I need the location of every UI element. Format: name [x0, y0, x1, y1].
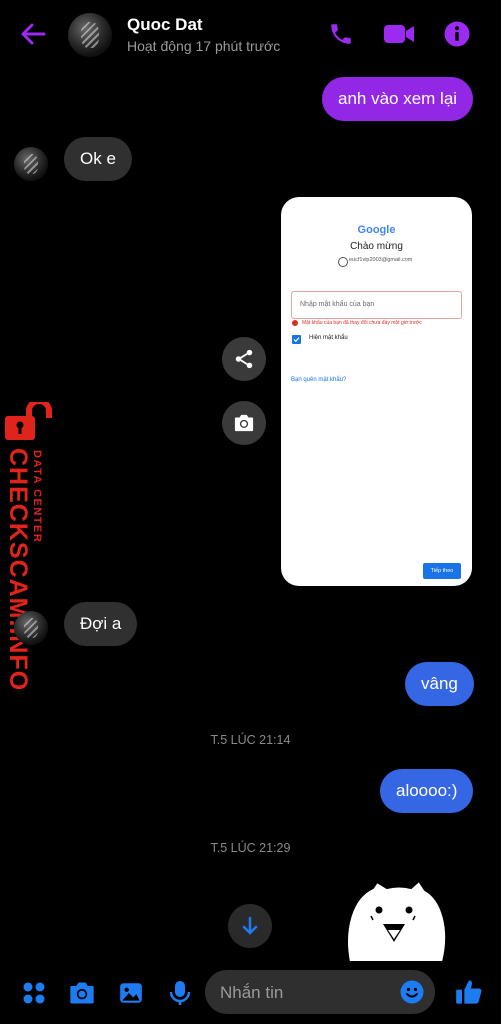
sender-avatar — [14, 147, 48, 181]
video-call-icon[interactable] — [383, 22, 415, 46]
lock-logo — [3, 398, 55, 447]
active-status: Hoạt động 17 phút trước — [127, 38, 281, 54]
forgot-password-link[interactable]: Bạn quên mật khẩu? — [291, 377, 346, 383]
gallery-icon[interactable] — [118, 980, 144, 1011]
timestamp: T.5 LÚC 21:14 — [210, 733, 291, 747]
message-incoming[interactable]: Đợi a — [64, 602, 138, 646]
info-icon[interactable] — [444, 21, 470, 47]
arrow-down-icon — [242, 916, 258, 935]
message-outgoing[interactable]: vâng — [405, 662, 474, 706]
account-icon — [338, 257, 348, 267]
share-button[interactable] — [222, 337, 266, 381]
password-input[interactable]: Nhập mật khẩu của bạn — [291, 291, 462, 319]
camera-icon — [234, 414, 254, 432]
emoji-icon[interactable] — [400, 980, 424, 1009]
message-outgoing[interactable]: anh vào xem lại — [322, 77, 474, 121]
thumbs-up-icon[interactable] — [455, 978, 483, 1011]
microphone-icon[interactable] — [168, 979, 192, 1012]
image-message[interactable]: Google Chào mừng eucf1vip2003@gmail.com … — [281, 197, 472, 586]
timestamp: T.5 LÚC 21:29 — [210, 841, 291, 855]
watermark-caption: DATA CENTER — [31, 450, 43, 544]
scroll-down-button[interactable] — [228, 904, 272, 948]
share-icon — [235, 349, 253, 369]
back-arrow-icon[interactable] — [20, 22, 46, 46]
message-placeholder: Nhắn tin — [220, 983, 284, 1002]
cat-sticker[interactable] — [343, 879, 449, 967]
show-password-checkbox[interactable] — [292, 335, 301, 344]
apps-icon[interactable] — [22, 981, 46, 1010]
camera-icon[interactable] — [68, 980, 96, 1011]
save-photo-button[interactable] — [222, 401, 266, 445]
sender-avatar — [14, 611, 48, 645]
message-incoming[interactable]: Ok e — [64, 137, 132, 181]
message-outgoing[interactable]: aloooo:) — [380, 769, 474, 813]
phone-icon[interactable] — [328, 21, 354, 47]
error-icon — [292, 320, 298, 326]
next-button[interactable]: Tiếp theo — [423, 563, 461, 579]
contact-name[interactable]: Quoc Dat — [127, 15, 203, 35]
show-password-label: Hiện mật khẩu — [309, 335, 348, 341]
account-email: eucf1vip2003@gmail.com — [349, 257, 413, 263]
welcome-heading: Chào mừng — [350, 241, 403, 252]
contact-avatar[interactable] — [68, 13, 112, 57]
google-logo: Google — [357, 224, 396, 236]
message-input[interactable]: Nhắn tin — [205, 970, 435, 1014]
error-message: Mật khẩu của bạn đã thay đổi chưa đầy mộ… — [302, 320, 422, 326]
watermark-site: CHECKSCAM.INFO — [4, 448, 32, 692]
